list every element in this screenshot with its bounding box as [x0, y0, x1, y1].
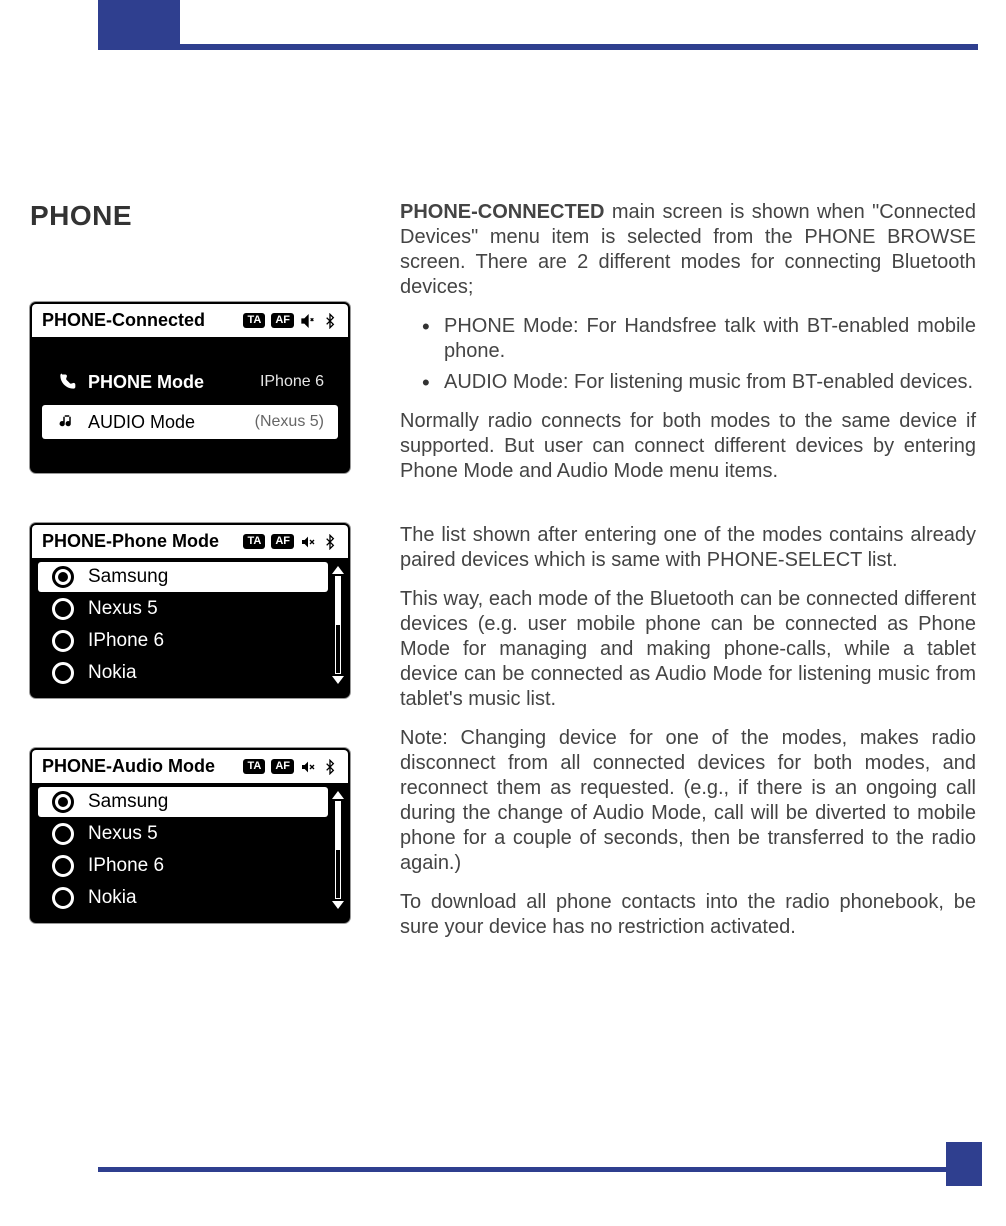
- lead-bold: PHONE-CONNECTED: [400, 201, 604, 223]
- scrollbar[interactable]: [332, 791, 344, 909]
- list-item[interactable]: Samsung: [38, 562, 328, 592]
- scroll-down-icon[interactable]: [332, 676, 344, 684]
- header-tab: [98, 0, 180, 44]
- scroll-track[interactable]: [335, 576, 341, 674]
- bullet-audio-mode: AUDIO Mode: For listening music from BT-…: [444, 370, 976, 395]
- device-name: Samsung: [88, 791, 168, 813]
- paragraph: This way, each mode of the Bluetooth can…: [400, 587, 976, 712]
- audio-mode-row[interactable]: AUDIO Mode (Nexus 5): [42, 405, 338, 439]
- scroll-down-icon[interactable]: [332, 901, 344, 909]
- device-name: Nexus 5: [88, 823, 158, 845]
- list-item[interactable]: Nokia: [38, 883, 328, 913]
- music-note-icon: [56, 411, 78, 433]
- device-name: IPhone 6: [88, 855, 164, 877]
- footer-rule: [98, 1167, 946, 1172]
- screenshot-phone-connected: PHONE-Connected TA AF PHONE Mode IPhone …: [30, 302, 350, 473]
- af-badge: AF: [271, 759, 294, 774]
- phone-icon: [56, 371, 78, 393]
- device-name: Nexus 5: [88, 598, 158, 620]
- device-name: IPhone 6: [88, 630, 164, 652]
- bluetooth-icon: [322, 313, 338, 329]
- scroll-up-icon[interactable]: [332, 566, 344, 574]
- mute-icon: [300, 313, 316, 329]
- footer-tab: [946, 1142, 982, 1186]
- paragraph-note: Note: Changing device for one of the mod…: [400, 726, 976, 876]
- list-item[interactable]: IPhone 6: [38, 851, 328, 881]
- screenshot-audio-mode: PHONE-Audio Mode TA AF Samsung Nexus 5: [30, 748, 350, 923]
- paragraph: The list shown after entering one of the…: [400, 523, 976, 573]
- list-item[interactable]: IPhone 6: [38, 626, 328, 656]
- ta-badge: TA: [243, 534, 265, 549]
- audio-mode-device: (Nexus 5): [255, 413, 324, 431]
- scroll-thumb[interactable]: [336, 577, 340, 625]
- header-rule: [98, 44, 978, 50]
- bluetooth-icon: [322, 534, 338, 550]
- header-icons: TA AF: [243, 534, 338, 550]
- radio-icon: [52, 630, 74, 652]
- section-title: PHONE: [30, 200, 370, 232]
- mute-icon: [300, 759, 316, 775]
- scroll-up-icon[interactable]: [332, 791, 344, 799]
- header-icons: TA AF: [243, 313, 338, 329]
- bluetooth-icon: [322, 759, 338, 775]
- radio-icon: [52, 598, 74, 620]
- device-name: Samsung: [88, 566, 168, 588]
- radio-icon: [52, 823, 74, 845]
- radio-selected-icon: [52, 566, 74, 588]
- screen-header: PHONE-Audio Mode TA AF: [32, 750, 348, 785]
- bullet-phone-mode: PHONE Mode: For Handsfree talk with BT-e…: [444, 314, 976, 364]
- phone-mode-row[interactable]: PHONE Mode IPhone 6: [42, 365, 338, 399]
- radio-selected-icon: [52, 791, 74, 813]
- mute-icon: [300, 534, 316, 550]
- paragraph: Normally radio connects for both modes t…: [400, 409, 976, 484]
- body-text: PHONE-CONNECTED main screen is shown whe…: [400, 200, 976, 973]
- device-name: Nokia: [88, 887, 137, 909]
- radio-icon: [52, 855, 74, 877]
- radio-icon: [52, 662, 74, 684]
- phone-mode-device: IPhone 6: [260, 373, 324, 391]
- ta-badge: TA: [243, 313, 265, 328]
- scroll-thumb[interactable]: [336, 802, 340, 850]
- af-badge: AF: [271, 313, 294, 328]
- paragraph: To download all phone contacts into the …: [400, 890, 976, 940]
- list-item[interactable]: Nexus 5: [38, 819, 328, 849]
- radio-icon: [52, 887, 74, 909]
- af-badge: AF: [271, 534, 294, 549]
- screen-title: PHONE-Connected: [42, 310, 205, 331]
- screen-title: PHONE-Audio Mode: [42, 756, 215, 777]
- screen-header: PHONE-Connected TA AF: [32, 304, 348, 339]
- screenshot-phone-mode: PHONE-Phone Mode TA AF Samsung Nexus 5: [30, 523, 350, 698]
- scroll-track[interactable]: [335, 801, 341, 899]
- screen-title: PHONE-Phone Mode: [42, 531, 219, 552]
- phone-mode-label: PHONE Mode: [88, 372, 204, 393]
- audio-mode-label: AUDIO Mode: [88, 412, 195, 433]
- header-icons: TA AF: [243, 759, 338, 775]
- device-name: Nokia: [88, 662, 137, 684]
- list-item[interactable]: Nexus 5: [38, 594, 328, 624]
- screen-header: PHONE-Phone Mode TA AF: [32, 525, 348, 560]
- list-item[interactable]: Nokia: [38, 658, 328, 688]
- list-item[interactable]: Samsung: [38, 787, 328, 817]
- ta-badge: TA: [243, 759, 265, 774]
- scrollbar[interactable]: [332, 566, 344, 684]
